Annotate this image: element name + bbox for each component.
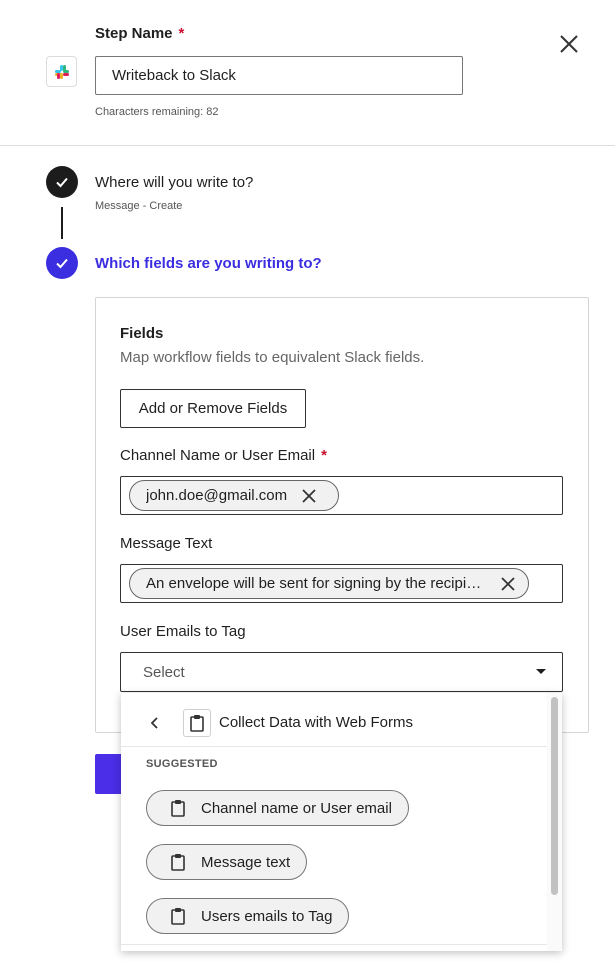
channel-field[interactable]: john.doe@gmail.com: [120, 476, 563, 515]
add-remove-fields-button[interactable]: Add or Remove Fields: [120, 389, 306, 428]
option-channel-name-or-user-email[interactable]: Channel name or User email: [146, 790, 409, 826]
checkmark-icon: [56, 258, 68, 269]
step-name-input[interactable]: [95, 56, 463, 95]
message-field-label: Message Text: [120, 535, 213, 552]
clipboard-icon: [169, 907, 187, 925]
option-message-text[interactable]: Message text: [146, 844, 308, 880]
dropdown-bottom-divider: [121, 944, 547, 945]
dropdown-scrollbar[interactable]: [547, 693, 562, 951]
message-value-chip: An envelope will be sent for signing by …: [129, 568, 529, 599]
remove-chip-button[interactable]: [498, 574, 518, 594]
back-button[interactable]: [147, 715, 163, 731]
chip-label: An envelope will be sent for signing by …: [146, 575, 486, 592]
channel-field-label: Channel Name or User Email *: [120, 447, 327, 464]
user-emails-select[interactable]: Select: [120, 652, 563, 692]
header-divider: [0, 145, 615, 146]
message-field[interactable]: An envelope will be sent for signing by …: [120, 564, 563, 603]
user-emails-field-label: User Emails to Tag: [120, 623, 246, 640]
web-forms-source-icon: [183, 709, 211, 737]
fields-description: Map workflow fields to equivalent Slack …: [120, 349, 425, 366]
close-icon: [560, 35, 578, 53]
channel-value-chip: john.doe@gmail.com: [129, 480, 339, 511]
checkmark-icon: [56, 177, 68, 188]
step-2-title[interactable]: Which fields are you writing to?: [95, 255, 322, 272]
fields-title: Fields: [120, 325, 164, 342]
option-label: Message text: [201, 853, 291, 871]
caret-down-icon: [536, 669, 546, 674]
close-button[interactable]: [556, 31, 582, 57]
step-1-complete-indicator: [46, 166, 78, 198]
step-1-title[interactable]: Where will you write to?: [95, 174, 253, 191]
characters-remaining: Characters remaining: 82: [95, 106, 219, 118]
option-label: Channel name or User email: [201, 799, 392, 817]
step-1-subtitle: Message - Create: [95, 200, 183, 212]
option-label: Users emails to Tag: [201, 907, 333, 925]
clipboard-icon: [169, 853, 187, 871]
chevron-left-icon: [150, 717, 158, 729]
required-mark: *: [178, 25, 185, 42]
clipboard-icon: [169, 799, 187, 817]
required-mark: *: [321, 447, 327, 464]
close-icon: [501, 576, 515, 591]
suggested-section-label: SUGGESTED: [146, 758, 218, 770]
scrollbar-thumb[interactable]: [551, 697, 558, 895]
select-placeholder: Select: [143, 664, 185, 681]
option-users-emails-to-tag[interactable]: Users emails to Tag: [146, 898, 350, 934]
close-icon: [302, 488, 316, 503]
remove-chip-button[interactable]: [299, 486, 319, 506]
slack-logo: [46, 56, 77, 87]
step-2-active-indicator: [46, 247, 78, 279]
dropdown-source-title: Collect Data with Web Forms: [219, 714, 413, 731]
slack-logo-icon: [54, 64, 69, 79]
field-picker-dropdown: Collect Data with Web Forms SUGGESTED Ch…: [121, 693, 562, 951]
chip-label: john.doe@gmail.com: [146, 487, 288, 504]
step-connector: [61, 207, 63, 239]
clipboard-icon: [190, 715, 204, 732]
step-name-label: Step Name *: [95, 25, 185, 42]
dropdown-divider: [121, 746, 547, 747]
